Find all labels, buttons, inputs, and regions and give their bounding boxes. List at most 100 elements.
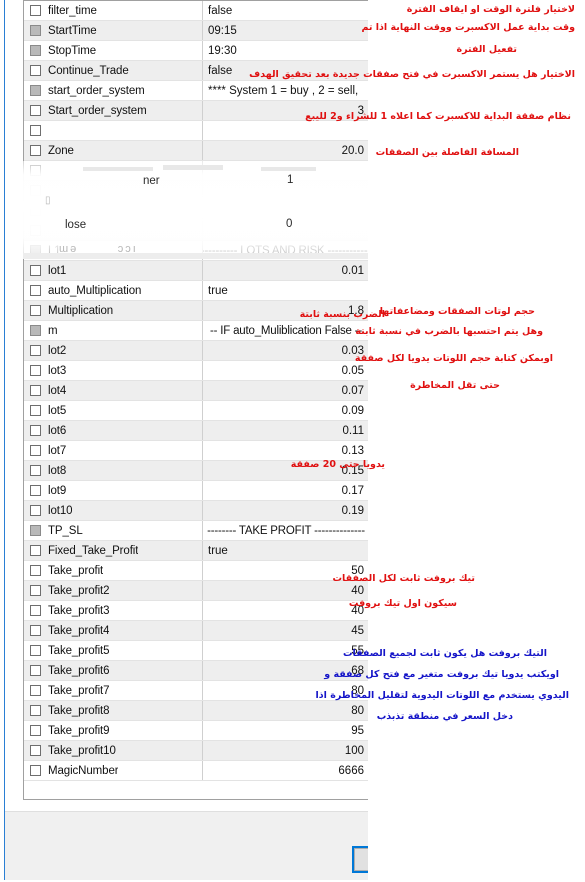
parameter-value-cell[interactable]: 0.07 — [203, 381, 368, 400]
checkbox-icon[interactable] — [30, 745, 41, 756]
parameter-value-cell[interactable]: 0.19 — [203, 501, 368, 520]
parameter-value-cell[interactable]: 80 — [203, 681, 368, 700]
checkbox-icon[interactable] — [30, 405, 41, 416]
parameter-value-cell[interactable]: 0.13 — [203, 441, 368, 460]
checkbox-icon[interactable] — [30, 725, 41, 736]
checkbox-icon[interactable] — [30, 705, 41, 716]
parameter-row[interactable]: lot5 0.09 — [24, 401, 368, 421]
checkbox-icon[interactable] — [30, 65, 41, 76]
checkbox-icon[interactable] — [30, 385, 41, 396]
parameter-row[interactable]: Take_profit10 100 — [24, 741, 368, 761]
checkbox-icon[interactable] — [30, 5, 41, 16]
parameter-row[interactable]: Take_profit6 68 — [24, 661, 368, 681]
checkbox-icon[interactable] — [30, 545, 41, 556]
parameter-row[interactable]: Take_profit2 40 — [24, 581, 368, 601]
checkbox-icon[interactable] — [30, 425, 41, 436]
parameter-value-cell[interactable]: **** System 1 = buy , 2 = sell, — [203, 81, 368, 100]
parameter-value-cell[interactable]: false — [203, 61, 368, 80]
parameter-value-cell[interactable]: 0.05 — [203, 361, 368, 380]
parameter-value-cell[interactable]: 09:15 — [203, 21, 368, 40]
parameter-value-cell[interactable]: 1.8 — [203, 301, 368, 320]
checkbox-icon[interactable] — [30, 625, 41, 636]
parameter-value-cell[interactable]: 0.03 — [203, 341, 368, 360]
parameter-row[interactable]: Start_order_system 3 — [24, 101, 368, 121]
parameter-row[interactable]: start_order_system **** System 1 = buy , … — [24, 81, 368, 101]
checkbox-icon[interactable] — [30, 305, 41, 316]
parameter-value-cell[interactable]: 0.11 — [203, 421, 368, 440]
parameter-value-cell[interactable]: 6666 — [203, 761, 368, 780]
parameter-value-cell[interactable]: 0.01 — [203, 261, 368, 280]
checkbox-icon[interactable] — [30, 145, 41, 156]
parameter-row[interactable]: lot3 0.05 — [24, 361, 368, 381]
checkbox-icon[interactable] — [30, 665, 41, 676]
parameter-row[interactable]: m -- IF auto_Muliblication False -- — [24, 321, 368, 341]
parameter-value-cell[interactable] — [203, 121, 368, 140]
parameter-value-cell[interactable]: 19:30 — [203, 41, 368, 60]
parameter-row[interactable]: Take_profit5 55 — [24, 641, 368, 661]
checkbox-icon[interactable] — [30, 345, 41, 356]
parameter-row[interactable]: lot6 0.11 — [24, 421, 368, 441]
parameter-row[interactable]: Take_profit4 45 — [24, 621, 368, 641]
parameter-value-cell[interactable]: true — [203, 281, 368, 300]
parameter-value-cell[interactable]: 80 — [203, 701, 368, 720]
checkbox-icon[interactable] — [30, 465, 41, 476]
parameter-row[interactable]: lot9 0.17 — [24, 481, 368, 501]
parameter-row[interactable]: MagicNumber 6666 — [24, 761, 368, 781]
parameter-row[interactable]: Zone 20.0 — [24, 141, 368, 161]
checkbox-icon[interactable] — [30, 125, 41, 136]
parameter-value-cell[interactable]: 0.17 — [203, 481, 368, 500]
checkbox-icon[interactable] — [30, 505, 41, 516]
checkbox-icon[interactable] — [30, 605, 41, 616]
parameter-row[interactable]: lot10 0.19 — [24, 501, 368, 521]
parameter-value-cell[interactable]: 68 — [203, 661, 368, 680]
parameter-row[interactable]: Take_profit9 95 — [24, 721, 368, 741]
ok-button[interactable]: OK — [352, 846, 368, 873]
parameter-value-cell[interactable]: -------- TAKE PROFIT -------------- — [203, 521, 368, 540]
parameter-value-cell[interactable]: 100 — [203, 741, 368, 760]
parameter-row[interactable]: StopTime 19:30 — [24, 41, 368, 61]
parameters-grid[interactable]: filter_time false StartTime 09:15 StopTime 19… — [23, 0, 368, 800]
checkbox-icon[interactable] — [30, 105, 41, 116]
parameter-row[interactable]: auto_Multiplication true — [24, 281, 368, 301]
parameter-value-cell[interactable]: 3 — [203, 101, 368, 120]
parameter-row[interactable]: Take_profit 50 — [24, 561, 368, 581]
parameter-value-cell[interactable]: 55 — [203, 641, 368, 660]
parameter-value-cell[interactable]: 40 — [203, 601, 368, 620]
parameter-row[interactable]: lot7 0.13 — [24, 441, 368, 461]
parameter-value-cell[interactable]: 45 — [203, 621, 368, 640]
parameter-value-cell[interactable]: -- IF auto_Muliblication False -- — [203, 321, 368, 340]
checkbox-icon[interactable] — [30, 485, 41, 496]
parameter-value-cell[interactable]: 50 — [203, 561, 368, 580]
parameter-value-cell[interactable]: 20.0 — [203, 141, 368, 160]
parameter-row[interactable]: Take_profit8 80 — [24, 701, 368, 721]
checkbox-icon[interactable] — [30, 585, 41, 596]
parameter-row[interactable]: lot4 0.07 — [24, 381, 368, 401]
parameter-value-cell[interactable]: false — [203, 1, 368, 20]
parameter-row[interactable]: Take_profit3 40 — [24, 601, 368, 621]
parameter-value-cell[interactable]: 40 — [203, 581, 368, 600]
parameter-row[interactable]: lot2 0.03 — [24, 341, 368, 361]
parameter-row[interactable]: lot1 0.01 — [24, 261, 368, 281]
parameter-row[interactable]: Continue_Trade false — [24, 61, 368, 81]
parameter-row[interactable]: TP_SL -------- TAKE PROFIT -------------- — [24, 521, 368, 541]
checkbox-icon[interactable] — [30, 645, 41, 656]
parameter-row[interactable]: StartTime 09:15 — [24, 21, 368, 41]
checkbox-icon[interactable] — [30, 685, 41, 696]
checkbox-icon[interactable] — [30, 445, 41, 456]
checkbox-icon[interactable] — [30, 285, 41, 296]
checkbox-icon[interactable] — [30, 365, 41, 376]
parameter-row[interactable]: Multiplication 1.8 — [24, 301, 368, 321]
parameter-value-cell[interactable]: 0.09 — [203, 401, 368, 420]
parameter-row[interactable]: Take_profit7 80 — [24, 681, 368, 701]
checkbox-icon[interactable] — [30, 265, 41, 276]
parameter-value-cell[interactable]: 0.15 — [203, 461, 368, 480]
parameter-value-cell[interactable]: 95 — [203, 721, 368, 740]
parameter-name-label: Take_profit7 — [48, 684, 110, 697]
parameter-row[interactable] — [24, 121, 368, 141]
checkbox-icon[interactable] — [30, 565, 41, 576]
parameter-row[interactable]: lot8 0.15 — [24, 461, 368, 481]
parameter-row[interactable]: Fixed_Take_Profit true — [24, 541, 368, 561]
parameter-row[interactable]: filter_time false — [24, 1, 368, 21]
checkbox-icon[interactable] — [30, 765, 41, 776]
parameter-value-cell[interactable]: true — [203, 541, 368, 560]
